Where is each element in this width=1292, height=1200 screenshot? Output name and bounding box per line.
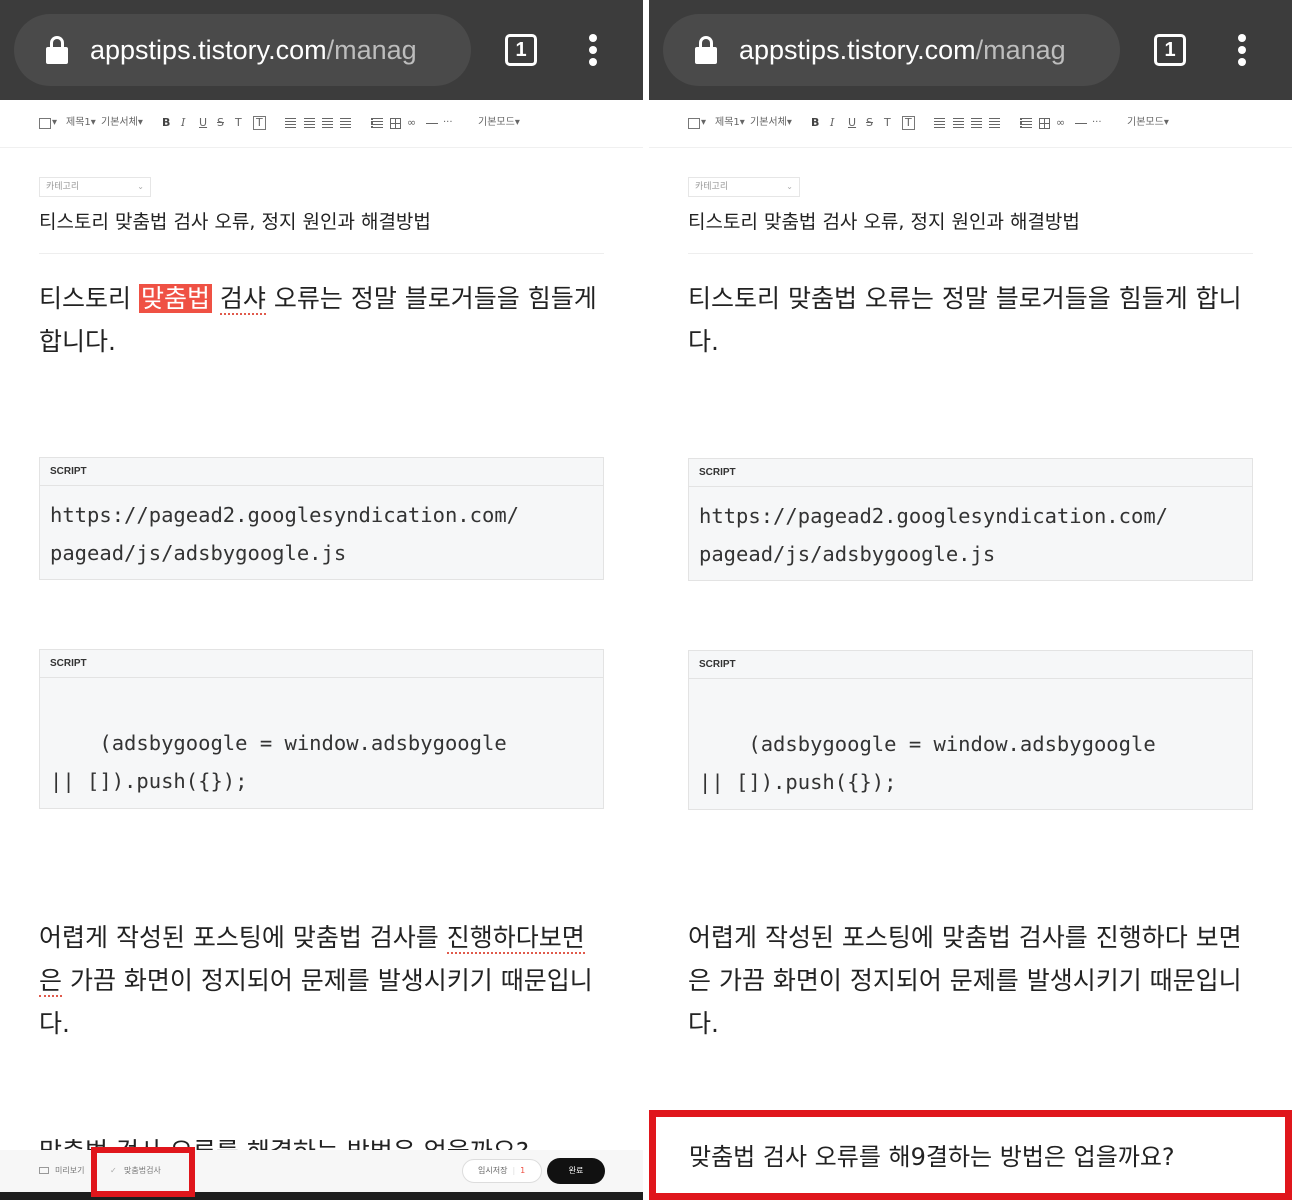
heading-select[interactable]: 제목1▾ [66,116,96,130]
tab-switcher-button[interactable]: 1 [505,34,537,66]
italic-button[interactable]: I [830,116,834,130]
url-text: appstips.tistory.com/manag [739,35,1066,65]
align-justify-icon[interactable] [989,118,1000,128]
spelling-error-highlight[interactable]: 맞춤법 [138,284,212,313]
code-block-2[interactable]: SCRIPT (adsbygoogle = window.adsbygoogle… [688,650,1253,810]
right-screenshot: appstips.tistory.com/manag 1 ▾ 제목1▾ 기본서체… [649,0,1292,1200]
font-select[interactable]: 기본서체▾ [101,116,143,130]
paragraph-2[interactable]: 어렵게 작성된 포스팅에 맞춤법 검사를 진행하다보면은 가끔 화면이 정지되어… [39,916,604,1045]
image-insert-icon[interactable] [39,118,51,129]
table-icon[interactable] [1039,118,1050,129]
chevron-down-icon: ⌄ [786,182,793,191]
underline-button[interactable]: U [848,116,856,130]
code-block-content: (adsbygoogle = window.adsbygoogle || []).… [50,731,507,793]
align-center-icon[interactable] [953,118,964,128]
post-title-input[interactable]: 티스토리 맞춤법 검사 오류, 정지 원인과 해결방법 [39,208,604,254]
divider-line-icon[interactable] [426,123,438,124]
mode-select[interactable]: 기본모드▾ [478,116,520,130]
text-color-button[interactable]: T [235,116,242,130]
post-title-input[interactable]: 티스토리 맞춤법 검사 오류, 정지 원인과 해결방법 [688,208,1253,254]
paragraph-3[interactable]: 맞춤법 검사 오류를 해9결하는 방법은 업을까요? [689,1137,1175,1177]
url-bar[interactable]: appstips.tistory.com/manag [14,14,471,86]
code-block-1[interactable]: SCRIPT https://pagead2.googlesyndication… [688,458,1253,581]
strikethrough-button[interactable]: S [866,116,873,130]
paragraph-1[interactable]: 티스토리 맞춤법 오류는 정말 블로거들을 힘들게 합니다. [688,277,1253,363]
monitor-icon [39,1167,49,1174]
temp-save-button[interactable]: 임시저장 | 1 [462,1159,542,1183]
heading-select[interactable]: 제목1▾ [715,116,745,130]
chevron-down-icon: ▾ [52,117,58,128]
bullet-list-icon[interactable] [1020,118,1032,128]
image-insert-icon[interactable] [688,118,700,129]
annotation-box-highlight: 맞춤법 검사 오류를 해9결하는 방법은 업을까요? [649,1110,1292,1200]
lock-icon [695,36,717,64]
code-block-label: SCRIPT [689,459,1252,487]
editor-toolbar: ▾ 제목1▾ 기본서체▾ B I U S T T ∞ ··· 기본모드▾ [0,100,643,148]
italic-button[interactable]: I [181,116,185,130]
align-right-icon[interactable] [971,118,982,128]
browser-bar: appstips.tistory.com/manag 1 [0,0,643,100]
spelling-error-underline[interactable]: 검샤 [219,284,266,315]
code-block-content: (adsbygoogle = window.adsbygoogle || []).… [699,732,1156,794]
font-select[interactable]: 기본서체▾ [750,116,792,130]
code-block-content: https://pagead2.googlesyndication.com/pa… [699,504,1168,566]
left-screenshot: appstips.tistory.com/manag 1 ▾ 제목1▾ 기본서체… [0,0,643,1200]
done-button[interactable]: 완료 [547,1158,605,1184]
strikethrough-button[interactable]: S [217,116,224,130]
more-tools-icon[interactable]: ··· [443,116,453,130]
spelling-error-underline[interactable]: 은 [39,966,63,997]
url-text: appstips.tistory.com/manag [90,35,417,65]
code-block-content: https://pagead2.googlesyndication.com/pa… [50,503,519,565]
category-select[interactable]: 카테고리 ⌄ [688,177,800,197]
annotation-box-spell-check [91,1147,195,1197]
text-color-button[interactable]: T [884,116,891,130]
text-background-button[interactable]: T [253,116,266,130]
align-left-icon[interactable] [934,118,945,128]
editor-toolbar: ▾ 제목1▾ 기본서체▾ B I U S T T ∞ ··· 기본모드▾ [649,100,1292,148]
code-block-label: SCRIPT [689,651,1252,679]
bold-button[interactable]: B [162,116,170,130]
link-icon[interactable]: ∞ [407,116,416,130]
align-left-icon[interactable] [285,118,296,128]
code-block-label: SCRIPT [40,650,603,678]
code-block-2[interactable]: SCRIPT (adsbygoogle = window.adsbygoogle… [39,649,604,809]
paragraph-1[interactable]: 티스토리 맞춤법 검샤 오류는 정말 블로거들을 힘들게 합니다. [39,277,604,363]
divider-line-icon[interactable] [1075,123,1087,124]
align-center-icon[interactable] [304,118,315,128]
more-menu-icon[interactable] [1235,34,1249,68]
bullet-list-icon[interactable] [371,118,383,128]
bold-button[interactable]: B [811,116,819,130]
table-icon[interactable] [390,118,401,129]
align-right-icon[interactable] [322,118,333,128]
code-block-1[interactable]: SCRIPT https://pagead2.googlesyndication… [39,457,604,580]
mode-select[interactable]: 기본모드▾ [1127,116,1169,130]
temp-save-count: 1 [520,1166,526,1175]
underline-button[interactable]: U [199,116,207,130]
url-bar[interactable]: appstips.tistory.com/manag [663,14,1120,86]
align-justify-icon[interactable] [340,118,351,128]
paragraph-2[interactable]: 어렵게 작성된 포스팅에 맞춤법 검사를 진행하다 보면은 가끔 화면이 정지되… [688,916,1253,1045]
tab-switcher-button[interactable]: 1 [1154,34,1186,66]
more-menu-icon[interactable] [586,34,600,68]
chevron-down-icon: ⌄ [137,182,144,191]
more-tools-icon[interactable]: ··· [1092,116,1102,130]
code-block-label: SCRIPT [40,458,603,486]
text-background-button[interactable]: T [902,116,915,130]
category-select[interactable]: 카테고리 ⌄ [39,177,151,197]
link-icon[interactable]: ∞ [1056,116,1065,130]
chevron-down-icon: ▾ [701,117,707,128]
preview-button[interactable]: 미리보기 [39,1165,84,1177]
browser-bar: appstips.tistory.com/manag 1 [649,0,1292,100]
spelling-error-underline[interactable]: 진행하다보면 [446,923,585,954]
lock-icon [46,36,68,64]
